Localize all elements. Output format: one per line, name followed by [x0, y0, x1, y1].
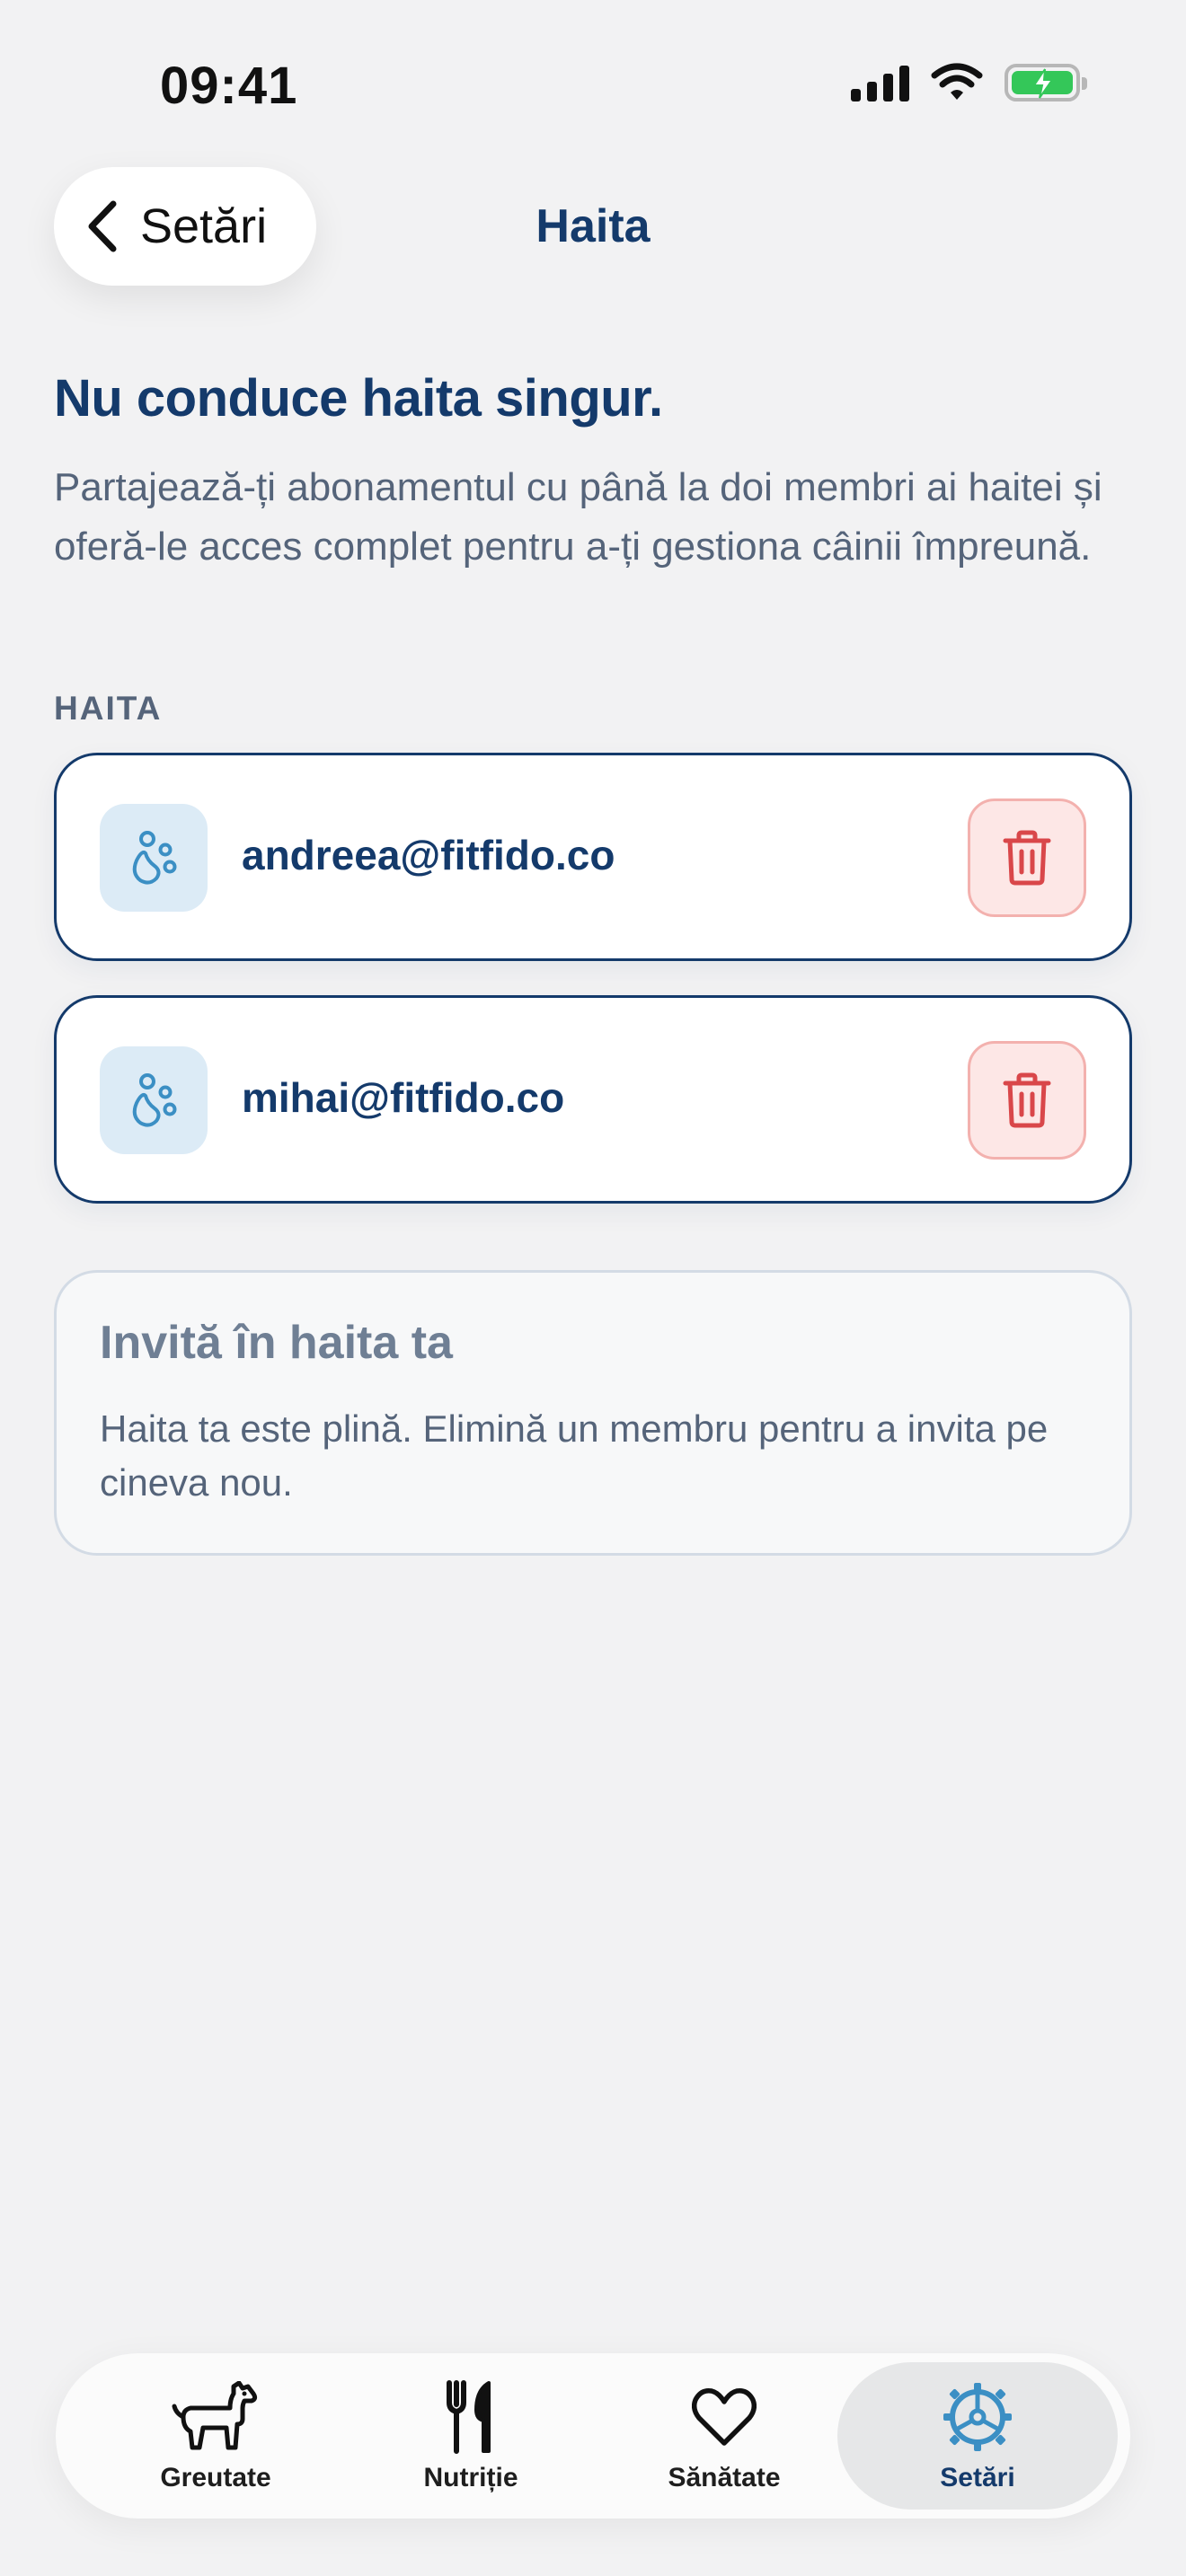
- remove-member-button[interactable]: [968, 798, 1086, 917]
- trash-icon: [1003, 1072, 1051, 1128]
- tab-label: Sănătate: [668, 2463, 781, 2492]
- section-label-pack: HAITA: [54, 690, 163, 727]
- status-bar: 09:41: [0, 0, 1186, 171]
- tab-setari[interactable]: Setări: [837, 2362, 1118, 2510]
- status-icons: [851, 63, 1087, 102]
- tab-sanatate[interactable]: Sănătate: [597, 2353, 852, 2519]
- invite-card: Invită în haita ta Haita ta este plină. …: [54, 1270, 1132, 1556]
- member-email: mihai@fitfido.co: [242, 1074, 565, 1121]
- invite-body: Haita ta este plină. Elimină un membru p…: [100, 1407, 1049, 1504]
- status-time: 09:41: [160, 57, 298, 115]
- subtitle: Partajează-ți abonamentul cu până la doi…: [54, 465, 1102, 569]
- member-avatar: [100, 1046, 208, 1154]
- cellular-signal-icon: [851, 64, 909, 101]
- invite-title: Invită în haita ta: [100, 1317, 453, 1369]
- headline: Nu conduce haita singur.: [54, 369, 663, 428]
- fork-knife-icon: [447, 2380, 491, 2454]
- member-email: andreea@fitfido.co: [242, 832, 615, 878]
- remove-member-button[interactable]: [968, 1041, 1086, 1160]
- wifi-icon: [931, 63, 983, 100]
- tab-greutate[interactable]: Greutate: [88, 2353, 343, 2519]
- tab-label: Greutate: [160, 2463, 271, 2492]
- pack-member-card: mihai@fitfido.co: [54, 995, 1132, 1204]
- dog-icon: [172, 2381, 258, 2450]
- settings-wheel-icon: [943, 2383, 1012, 2451]
- paw-icon: [132, 1073, 177, 1127]
- tab-nutritie[interactable]: Nutriție: [343, 2353, 598, 2519]
- member-avatar: [100, 804, 208, 912]
- battery-charging-icon: [1005, 64, 1087, 101]
- tab-bar: Greutate Nutriție Sănătate Setări: [56, 2353, 1130, 2519]
- paw-icon: [132, 831, 177, 885]
- pack-member-card: andreea@fitfido.co: [54, 753, 1132, 961]
- page-title: Haita: [535, 200, 651, 252]
- tab-label: Setări: [940, 2463, 1015, 2492]
- heart-icon: [692, 2387, 757, 2446]
- tab-label: Nutriție: [423, 2463, 518, 2492]
- trash-icon: [1003, 830, 1051, 886]
